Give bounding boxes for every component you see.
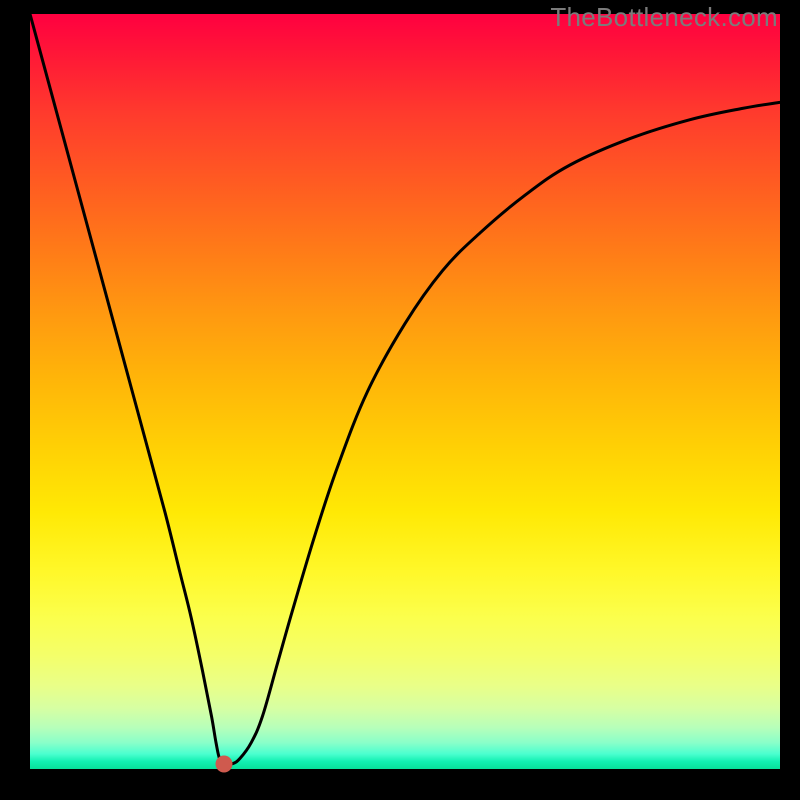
plot-area bbox=[30, 14, 780, 769]
minimum-marker bbox=[215, 755, 232, 772]
watermark-label: TheBottleneck.com bbox=[550, 2, 778, 33]
chart-frame: TheBottleneck.com bbox=[0, 0, 800, 800]
bottleneck-curve bbox=[30, 14, 780, 769]
